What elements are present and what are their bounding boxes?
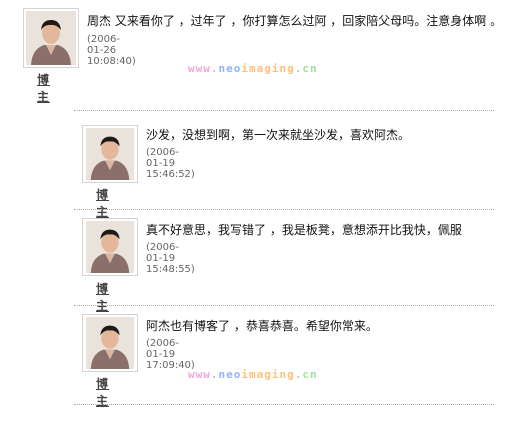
watermark: www.neoimaging.cn [188, 368, 318, 381]
author-name[interactable]: 博主 [96, 280, 109, 314]
comment-time: (2006-01-19 17:09:40) [146, 338, 195, 371]
watermark-part: neo [218, 62, 242, 75]
separator [74, 404, 494, 405]
comment-time: (2006-01-19 15:48:55) [146, 242, 195, 275]
comment-text: 阿杰也有博客了 ，恭喜恭喜。希望你常来。 [146, 319, 378, 333]
avatar-photo [85, 317, 135, 369]
comment-text: 真不好意思，我写错了 ，我是板凳，意想添开比我快，佩服 [146, 223, 462, 237]
watermark: www.neoimaging.cn [188, 62, 318, 75]
watermark-part: www. [188, 368, 219, 381]
watermark-part: imaging [241, 62, 295, 75]
separator [74, 209, 494, 210]
author-name[interactable]: 博主 [96, 186, 109, 220]
comment-text: 沙发，没想到啊，第一次来就坐沙发，喜欢阿杰。 [146, 128, 411, 142]
comment-text: 周杰 又来看你了 ，过年了 ，你打算怎么过阿 ，回家陪父母吗。注意身体啊 。 [87, 14, 503, 28]
watermark-part: .cn [294, 368, 318, 381]
avatar[interactable] [82, 125, 138, 183]
comment-time: (2006-01-26 10:08:40) [87, 34, 136, 67]
watermark-part: neo [218, 368, 242, 381]
watermark-part: imaging [241, 368, 295, 381]
avatar-photo [85, 221, 135, 273]
avatar[interactable] [82, 218, 138, 276]
separator [74, 305, 494, 306]
watermark-part: www. [188, 62, 219, 75]
watermark-part: .cn [294, 62, 318, 75]
avatar-photo [26, 11, 76, 65]
separator [74, 110, 494, 111]
author-name[interactable]: 博主 [37, 71, 50, 105]
avatar-photo [85, 128, 135, 180]
comment-time: (2006-01-19 15:46:52) [146, 147, 195, 180]
avatar[interactable] [23, 8, 79, 68]
avatar[interactable] [82, 314, 138, 372]
